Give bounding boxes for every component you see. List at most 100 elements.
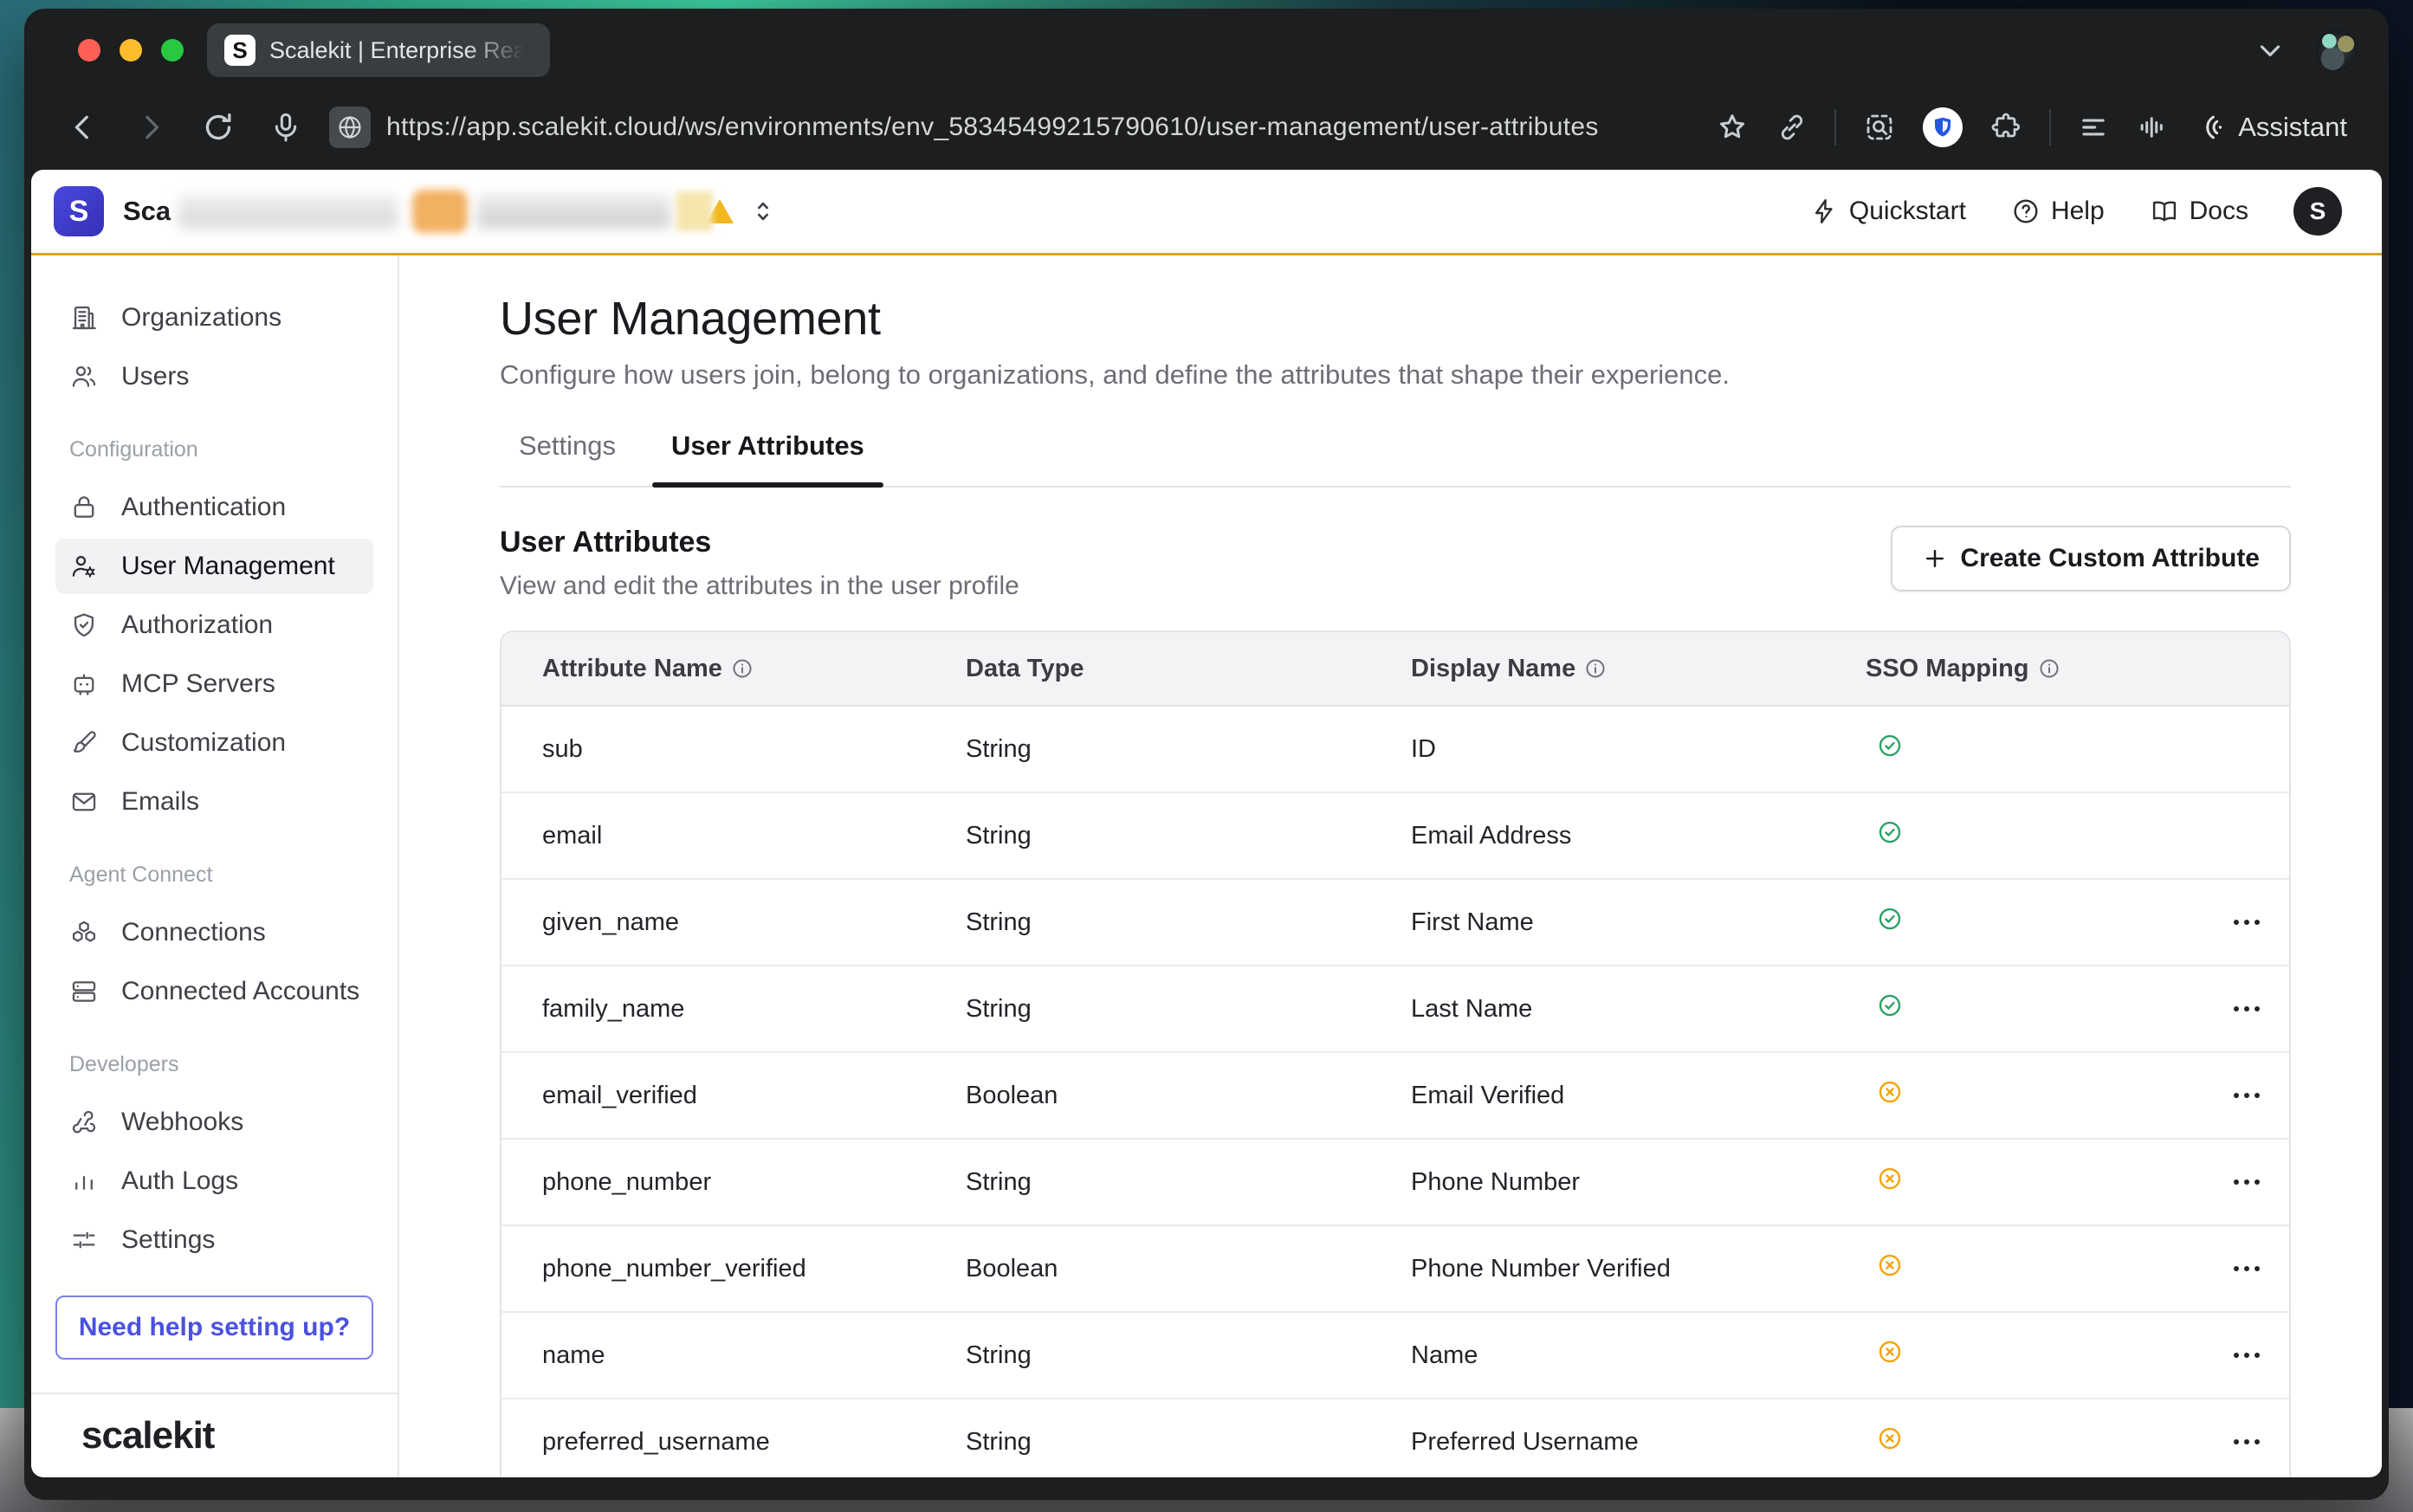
sidebar-item-connected-accounts[interactable]: Connected Accounts (55, 964, 373, 1019)
back-icon[interactable] (66, 110, 100, 145)
cell-sso-mapping (1866, 1166, 2151, 1199)
browser-profile-avatar[interactable] (2316, 29, 2358, 71)
sso-mapped-check-icon (1877, 906, 1903, 932)
ellipsis-menu-icon (2234, 920, 2260, 925)
sidebar: OrganizationsUsers Configuration Authentic… (31, 255, 399, 1477)
sidebar-item-label: User Management (121, 552, 335, 581)
redacted-environment-badge (412, 190, 468, 233)
organizations-icon (69, 303, 99, 333)
cell-data-type: String (966, 735, 1411, 764)
toolbar-divider (2049, 109, 2051, 145)
reading-list-icon[interactable] (2077, 111, 2110, 144)
sidebar-item-emails[interactable]: Emails (55, 774, 373, 830)
sidebar-section-label-configuration: Configuration (69, 437, 373, 462)
cell-sso-mapping (1866, 992, 2151, 1025)
minimize-window-button[interactable] (120, 39, 142, 61)
sidebar-item-authentication[interactable]: Authentication (55, 480, 373, 535)
cell-attribute-name: name (501, 1341, 966, 1370)
site-info-badge[interactable] (329, 107, 371, 148)
sidebar-item-user-management[interactable]: User Management (55, 539, 373, 594)
row-menu-button[interactable] (2151, 1093, 2289, 1098)
capture-search-icon[interactable] (1862, 110, 1897, 145)
info-icon[interactable] (731, 657, 754, 680)
table-row-phone-number-verified: phone_number_verifiedBooleanPhone Number… (501, 1226, 2289, 1313)
tab-settings[interactable]: Settings (500, 430, 635, 486)
cell-attribute-name: email_verified (501, 1082, 966, 1110)
sidebar-item-mcp-servers[interactable]: MCP Servers (55, 656, 373, 712)
tab-overview-chevron-icon[interactable] (2254, 34, 2287, 67)
stack-icon (69, 977, 99, 1006)
close-window-button[interactable] (78, 39, 100, 61)
help-label: Help (2051, 197, 2105, 226)
sidebar-item-auth-logs[interactable]: Auth Logs (55, 1153, 373, 1209)
tab-user-attributes[interactable]: User Attributes (652, 430, 883, 486)
plus-icon (1922, 546, 1948, 572)
info-icon[interactable] (1584, 657, 1607, 680)
waveform-icon[interactable] (2136, 111, 2169, 144)
cell-attribute-name: sub (501, 735, 966, 764)
help-button[interactable]: Help (2011, 197, 2105, 226)
sidebar-item-authorization[interactable]: Authorization (55, 598, 373, 653)
cell-display-name: Email Address (1411, 822, 1866, 850)
sidebar-item-customization[interactable]: Customization (55, 715, 373, 771)
page-content: S Sca Quickstart (31, 170, 2382, 1477)
assistant-button[interactable]: Assistant (2195, 111, 2347, 144)
info-icon[interactable] (2038, 657, 2060, 680)
row-menu-button[interactable] (2151, 920, 2289, 925)
reload-icon[interactable] (201, 110, 236, 145)
extensions-puzzle-icon[interactable] (1989, 110, 2023, 145)
column-header-attribute-name: Attribute Name (501, 655, 966, 683)
row-menu-button[interactable] (2151, 1353, 2289, 1358)
cell-display-name: First Name (1411, 908, 1866, 937)
bookmark-star-icon[interactable] (1715, 110, 1750, 145)
user-avatar[interactable]: S (2293, 187, 2342, 236)
sidebar-item-users[interactable]: Users (55, 349, 373, 404)
globe-icon (336, 113, 364, 141)
docs-button[interactable]: Docs (2150, 197, 2248, 226)
ellipsis-menu-icon (2234, 1093, 2260, 1098)
sidebar-item-connections[interactable]: Connections (55, 905, 373, 960)
cell-data-type: String (966, 1428, 1411, 1457)
copy-link-icon[interactable] (1776, 111, 1808, 144)
desktop: S Scalekit | Enterprise Ready A https://… (0, 0, 2413, 1512)
cell-attribute-name: family_name (501, 995, 966, 1024)
zoom-window-button[interactable] (161, 39, 184, 61)
table-row-phone-number: phone_numberStringPhone Number (501, 1140, 2289, 1226)
forward-icon[interactable] (133, 110, 168, 145)
cell-display-name: Preferred Username (1411, 1428, 1866, 1457)
browser-tab[interactable]: S Scalekit | Enterprise Ready A (207, 23, 550, 77)
quickstart-button[interactable]: Quickstart (1809, 197, 1966, 226)
cell-data-type: String (966, 822, 1411, 850)
ellipsis-menu-icon (2234, 1353, 2260, 1358)
microphone-icon[interactable] (268, 110, 303, 145)
sso-unmapped-x-icon (1877, 1339, 1903, 1365)
sso-mapped-check-icon (1877, 992, 1903, 1018)
row-menu-button[interactable] (2151, 1006, 2289, 1011)
webhook-icon (69, 1108, 99, 1137)
shield-check-icon (69, 611, 99, 640)
book-open-icon (2150, 197, 2179, 226)
ellipsis-menu-icon (2234, 1266, 2260, 1271)
cell-attribute-name: phone_number (501, 1168, 966, 1197)
password-manager-extension[interactable] (1923, 107, 1963, 147)
row-menu-button[interactable] (2151, 1439, 2289, 1444)
sso-unmapped-x-icon (1877, 1079, 1903, 1105)
cell-data-type: Boolean (966, 1255, 1411, 1283)
table-row-sub: subStringID (501, 707, 2289, 793)
table-row-name: nameStringName (501, 1313, 2289, 1399)
sso-mapped-check-icon (1877, 733, 1903, 759)
row-menu-button[interactable] (2151, 1266, 2289, 1271)
workspace-selector[interactable]: Sca (123, 190, 777, 233)
create-custom-attribute-button[interactable]: Create Custom Attribute (1891, 526, 2291, 591)
need-help-button[interactable]: Need help setting up? (55, 1296, 373, 1360)
sidebar-item-organizations[interactable]: Organizations (55, 290, 373, 346)
cell-sso-mapping (1866, 1425, 2151, 1458)
section-subtitle: View and edit the attributes in the user… (500, 572, 1019, 601)
sidebar-item-webhooks[interactable]: Webhooks (55, 1095, 373, 1150)
workspace-name: Sca (123, 196, 171, 227)
address-bar[interactable]: https://app.scalekit.cloud/ws/environmen… (386, 113, 1694, 142)
tab-title: Scalekit | Enterprise Ready A (269, 37, 529, 64)
row-menu-button[interactable] (2151, 1179, 2289, 1185)
sidebar-item-settings[interactable]: Settings (55, 1212, 373, 1268)
sliders-icon (69, 1225, 99, 1255)
